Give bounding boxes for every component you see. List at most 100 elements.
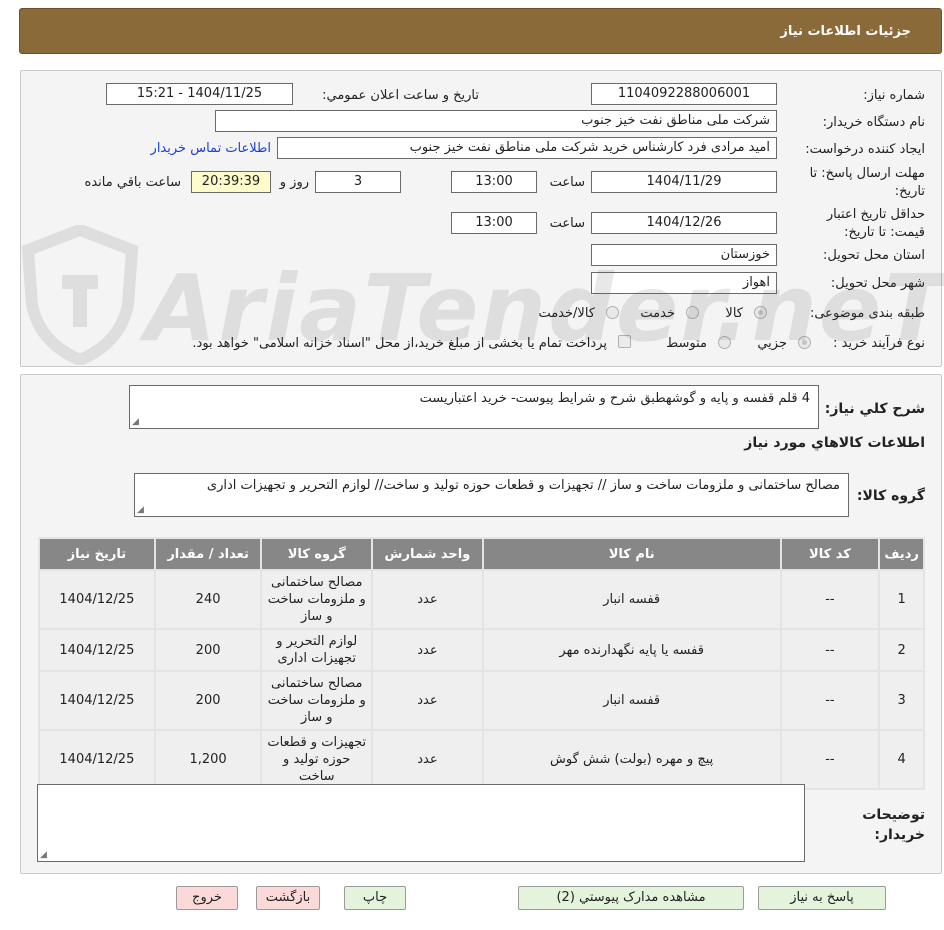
- cell-date: 1404/12/25: [40, 571, 154, 628]
- cell-code: --: [781, 672, 879, 729]
- col-group: گروه کالا: [262, 539, 372, 569]
- cell-group: لوازم التحریر و تجهیزات اداری: [262, 630, 372, 670]
- view-attachments-button[interactable]: مشاهده مدارک پیوستي (2): [518, 886, 744, 910]
- category-option-goods-service: کالا/خدمت: [538, 306, 595, 321]
- col-row: ردیف: [880, 539, 923, 569]
- cell-unit: عدد: [373, 672, 482, 729]
- province-label: استان محل تحویل:: [823, 248, 925, 263]
- announce-label: تاریخ و ساعت اعلان عمومي:: [322, 88, 479, 103]
- days-field: 3: [315, 171, 401, 193]
- group-label: گروه کالا:: [856, 488, 925, 504]
- cell-qty: 240: [155, 571, 261, 628]
- category-label: طبقه بندی موضوعی:: [809, 306, 925, 321]
- process-option-minor: جزیي: [757, 336, 787, 351]
- general-desc-label: شرح کلي نیاز:: [824, 401, 925, 417]
- cell-date: 1404/12/25: [40, 630, 154, 670]
- items-info-title: اطلاعات کالاهاي مورد نیاز: [744, 435, 925, 451]
- cell-qty: 200: [155, 630, 261, 670]
- resize-grip-icon[interactable]: ◢: [40, 851, 47, 860]
- cell-group: مصالح ساختمانی و ملزومات ساخت و ساز: [262, 571, 372, 628]
- category-radio-goods[interactable]: [754, 306, 767, 319]
- resize-grip-icon[interactable]: ◢: [137, 506, 144, 515]
- table-row: 3 -- قفسه انبار عدد مصالح ساختمانی و ملز…: [40, 672, 923, 729]
- print-button[interactable]: چاپ: [344, 886, 406, 910]
- province-field: خوزستان: [591, 244, 777, 266]
- items-panel: شرح کلي نیاز: 4 قلم قفسه و پایه و گوشهطب…: [20, 374, 942, 874]
- process-label: نوع فرآیند خرید :: [833, 336, 925, 351]
- category-option-service: خدمت: [640, 306, 675, 321]
- resize-grip-icon[interactable]: ◢: [132, 418, 139, 427]
- general-desc-field[interactable]: 4 قلم قفسه و پایه و گوشهطبق شرح و شرایط …: [129, 385, 819, 429]
- cell-row: 3: [880, 672, 923, 729]
- table-header-row: ردیف کد کالا نام کالا واحد شمارش گروه کا…: [40, 539, 923, 569]
- treasury-note: پرداخت تمام یا بخشی از مبلغ خرید،از محل …: [192, 336, 607, 351]
- validity-date-field: 1404/12/26: [591, 212, 777, 234]
- cell-name: قفسه یا پایه نگهدارنده مهر: [483, 630, 780, 670]
- deadline-label: مهلت ارسال پاسخ: تا تاریخ:: [809, 166, 925, 199]
- page-header: جزئیات اطلاعات نیاز: [19, 8, 942, 54]
- deadline-time-field: 13:00: [451, 171, 537, 193]
- buyer-org-label: نام دستگاه خریدار:: [822, 115, 925, 130]
- category-radio-goods-service[interactable]: [606, 306, 619, 319]
- deadline-date-field: 1404/11/29: [591, 171, 777, 193]
- cell-unit: عدد: [373, 731, 482, 788]
- need-number-label: شماره نیاز:: [863, 88, 925, 103]
- buyer-org-field: شرکت ملی مناطق نفت خیز جنوب: [215, 110, 777, 132]
- days-label: روز و: [279, 175, 309, 190]
- group-text: مصالح ساختمانی و ملزومات ساخت و ساز // ت…: [206, 478, 840, 493]
- col-name: نام کالا: [483, 539, 780, 569]
- cell-group: مصالح ساختمانی و ملزومات ساخت و ساز: [262, 672, 372, 729]
- city-field: اهواز: [591, 272, 777, 294]
- cell-qty: 1,200: [155, 731, 261, 788]
- process-radio-medium[interactable]: [718, 336, 731, 349]
- deadline-time-label: ساعت: [549, 175, 585, 190]
- exit-button[interactable]: خروج: [176, 886, 238, 910]
- contact-buyer-link[interactable]: اطلاعات تماس خریدار: [151, 141, 271, 156]
- category-option-goods: کالا: [725, 306, 743, 321]
- items-table: ردیف کد کالا نام کالا واحد شمارش گروه کا…: [38, 537, 925, 790]
- category-radio-service[interactable]: [686, 306, 699, 319]
- need-details-panel: شماره نیاز: 1104092288006001 تاریخ و ساع…: [20, 70, 942, 367]
- treasury-checkbox[interactable]: [618, 335, 631, 348]
- cell-code: --: [781, 731, 879, 788]
- remaining-label: ساعت باقي مانده: [84, 175, 181, 190]
- cell-name: قفسه انبار: [483, 672, 780, 729]
- col-unit: واحد شمارش: [373, 539, 482, 569]
- cell-code: --: [781, 630, 879, 670]
- cell-row: 4: [880, 731, 923, 788]
- requester-label: ایجاد کننده درخواست:: [805, 142, 925, 157]
- col-code: کد کالا: [781, 539, 879, 569]
- city-label: شهر محل تحویل:: [830, 276, 925, 291]
- page-title: جزئیات اطلاعات نیاز: [780, 24, 911, 39]
- cell-name: پیچ و مهره (بولت) شش گوش: [483, 731, 780, 788]
- announce-field: 1404/11/25 - 15:21: [106, 83, 293, 105]
- cell-unit: عدد: [373, 630, 482, 670]
- need-number-field: 1104092288006001: [591, 83, 777, 105]
- table-row: 4 -- پیچ و مهره (بولت) شش گوش عدد تجهیزا…: [40, 731, 923, 788]
- cell-row: 1: [880, 571, 923, 628]
- requester-field: امید مرادی فرد کارشناس خرید شرکت ملی منا…: [277, 137, 777, 159]
- general-desc-text: 4 قلم قفسه و پایه و گوشهطبق شرح و شرایط …: [419, 391, 810, 406]
- process-radio-minor[interactable]: [798, 336, 811, 349]
- validity-label: حداقل تاریخ اعتبار قیمت: تا تاریخ:: [826, 207, 925, 240]
- cell-qty: 200: [155, 672, 261, 729]
- cell-row: 2: [880, 630, 923, 670]
- cell-name: قفسه انبار: [483, 571, 780, 628]
- cell-code: --: [781, 571, 879, 628]
- cell-date: 1404/12/25: [40, 672, 154, 729]
- buyer-notes-field[interactable]: ◢: [37, 784, 805, 862]
- col-qty: تعداد / مقدار: [155, 539, 261, 569]
- table-row: 1 -- قفسه انبار عدد مصالح ساختمانی و ملز…: [40, 571, 923, 628]
- validity-time-label: ساعت: [549, 216, 585, 231]
- cell-group: تجهیزات و قطعات حوزه تولید و ساخت: [262, 731, 372, 788]
- cell-date: 1404/12/25: [40, 731, 154, 788]
- reply-button[interactable]: پاسخ به نیاز: [758, 886, 886, 910]
- back-button[interactable]: بازگشت: [256, 886, 320, 910]
- validity-time-field: 13:00: [451, 212, 537, 234]
- process-option-medium: متوسط: [666, 336, 707, 351]
- remaining-time-field: 20:39:39: [191, 171, 271, 193]
- buyer-notes-label: توضیحات خریدار:: [862, 807, 925, 843]
- cell-unit: عدد: [373, 571, 482, 628]
- group-field[interactable]: مصالح ساختمانی و ملزومات ساخت و ساز // ت…: [134, 473, 849, 517]
- table-row: 2 -- قفسه یا پایه نگهدارنده مهر عدد لواز…: [40, 630, 923, 670]
